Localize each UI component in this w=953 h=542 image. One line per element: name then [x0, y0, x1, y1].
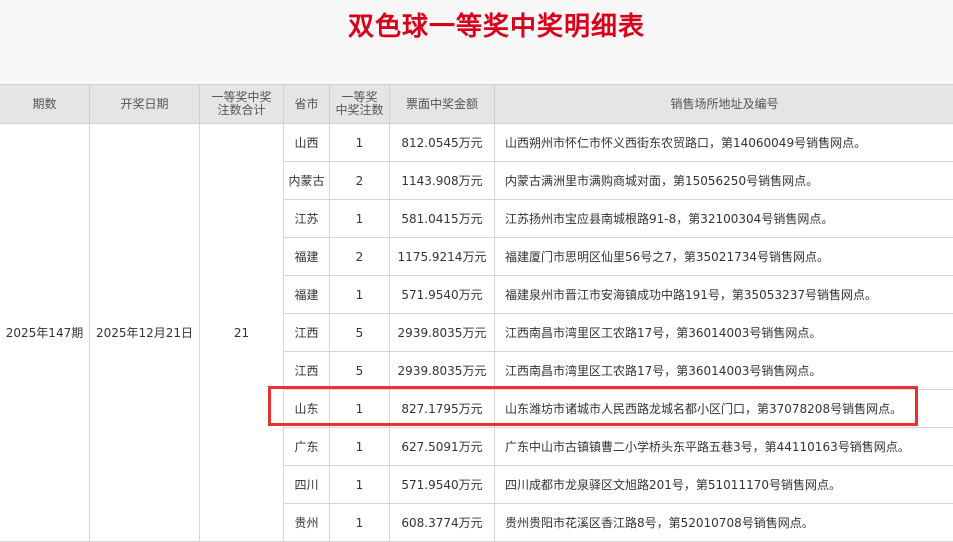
province-cell: 四川: [284, 466, 330, 504]
header-address: 销售场所地址及编号: [495, 85, 953, 124]
address-cell: 福建泉州市晋江市安海镇成功中路191号，第35053237号销售网点。: [495, 276, 953, 314]
province-cell: 广东: [284, 428, 330, 466]
table-row: 2025年147期 2025年12月21日 21 山西 1 812.0545万元…: [0, 124, 953, 162]
bets-cell: 1: [330, 276, 390, 314]
province-cell: 福建: [284, 238, 330, 276]
amount-cell: 627.5091万元: [390, 428, 495, 466]
bets-cell: 1: [330, 428, 390, 466]
bets-cell: 1: [330, 200, 390, 238]
amount-cell: 812.0545万元: [390, 124, 495, 162]
bets-cell: 5: [330, 352, 390, 390]
bets-cell: 2: [330, 238, 390, 276]
header-draw-date: 开奖日期: [90, 85, 200, 124]
province-cell: 江西: [284, 314, 330, 352]
page-header: 双色球一等奖中奖明细表: [0, 0, 953, 84]
bets-cell: 2: [330, 162, 390, 200]
province-cell: 山西: [284, 124, 330, 162]
province-cell: 内蒙古: [284, 162, 330, 200]
address-cell: 山西朔州市怀仁市怀义西街东农贸路口，第14060049号销售网点。: [495, 124, 953, 162]
header-total-bets: 一等奖中奖 注数合计: [200, 85, 284, 124]
header-province: 省市: [284, 85, 330, 124]
address-cell: 内蒙古满洲里市满购商城对面，第15056250号销售网点。: [495, 162, 953, 200]
draw-date-cell: 2025年12月21日: [90, 124, 200, 542]
amount-cell: 571.9540万元: [390, 466, 495, 504]
header-total-bets-line2: 注数合计: [200, 104, 283, 117]
address-cell: 江西南昌市湾里区工农路17号，第36014003号销售网点。: [495, 352, 953, 390]
amount-cell: 1143.908万元: [390, 162, 495, 200]
amount-cell: 571.9540万元: [390, 276, 495, 314]
bets-cell: 1: [330, 466, 390, 504]
address-cell: 山东潍坊市诸城市人民西路龙城名都小区门口，第37078208号销售网点。: [495, 390, 953, 428]
header-amount: 票面中奖金额: [390, 85, 495, 124]
bets-cell: 1: [330, 124, 390, 162]
total-bets-cell: 21: [200, 124, 284, 542]
bets-cell: 5: [330, 314, 390, 352]
amount-cell: 581.0415万元: [390, 200, 495, 238]
province-cell: 江苏: [284, 200, 330, 238]
amount-cell: 2939.8035万元: [390, 352, 495, 390]
amount-cell: 1175.9214万元: [390, 238, 495, 276]
table-header-row: 期数 开奖日期 一等奖中奖 注数合计 省市 一等奖 中奖注数 票面中奖金额 销售…: [0, 85, 953, 124]
amount-cell: 827.1795万元: [390, 390, 495, 428]
address-cell: 四川成都市龙泉驿区文旭路201号，第51011170号销售网点。: [495, 466, 953, 504]
address-cell: 江苏扬州市宝应县南城根路91-8，第32100304号销售网点。: [495, 200, 953, 238]
address-cell: 广东中山市古镇镇曹二小学桥头东平路五巷3号，第44110163号销售网点。: [495, 428, 953, 466]
province-cell: 江西: [284, 352, 330, 390]
province-cell: 山东: [284, 390, 330, 428]
period-cell: 2025年147期: [0, 124, 90, 542]
prize-detail-table: 期数 开奖日期 一等奖中奖 注数合计 省市 一等奖 中奖注数 票面中奖金额 销售…: [0, 84, 953, 542]
header-bets: 一等奖 中奖注数: [330, 85, 390, 124]
bets-cell: 1: [330, 390, 390, 428]
header-period: 期数: [0, 85, 90, 124]
amount-cell: 2939.8035万元: [390, 314, 495, 352]
address-cell: 福建厦门市思明区仙里56号之7，第35021734号销售网点。: [495, 238, 953, 276]
header-bets-line2: 中奖注数: [330, 104, 389, 117]
address-cell: 江西南昌市湾里区工农路17号，第36014003号销售网点。: [495, 314, 953, 352]
page-title: 双色球一等奖中奖明细表: [0, 6, 953, 43]
province-cell: 福建: [284, 276, 330, 314]
